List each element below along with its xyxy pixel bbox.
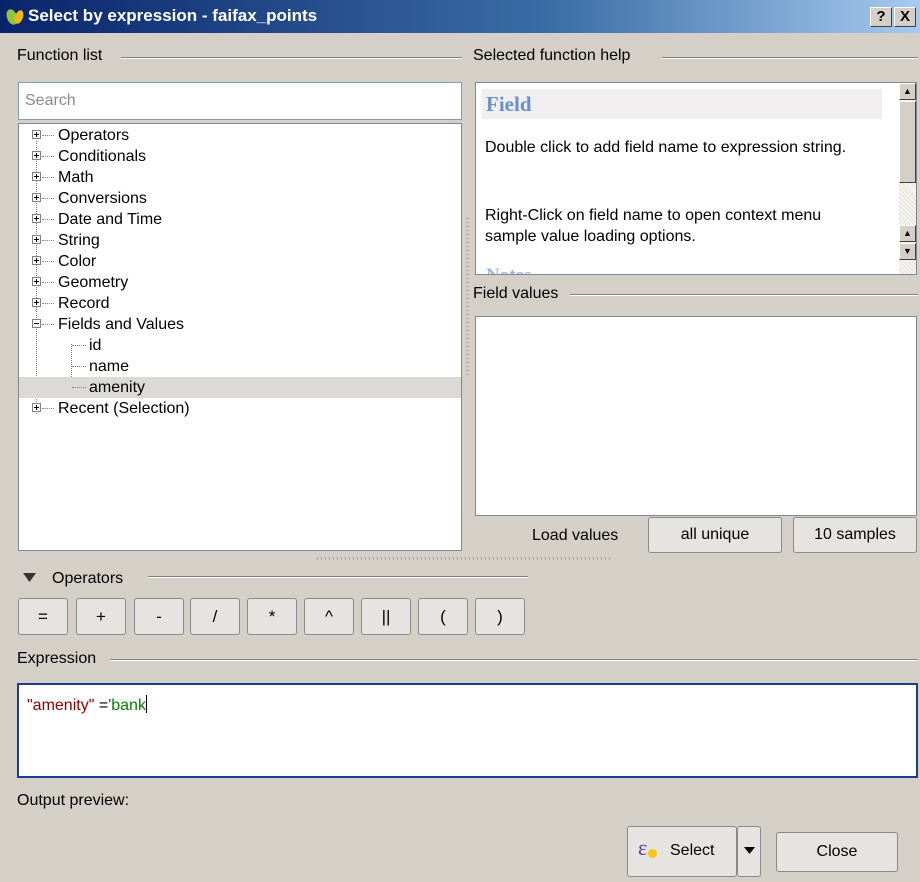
help-paragraph: Double click to add field name to expres… [485, 139, 847, 156]
help-next-heading: Notes [486, 265, 531, 274]
load-values-label: Load values [532, 527, 619, 544]
help-title: Field [486, 92, 532, 116]
scroll-thumb[interactable] [899, 101, 916, 183]
expression-editor[interactable]: "amenity" ='bank [17, 683, 918, 778]
tree-item-record[interactable]: Record [19, 293, 461, 314]
tree-item-geometry[interactable]: Geometry [19, 272, 461, 293]
expand-icon[interactable] [32, 130, 41, 139]
operator-minus-button[interactable]: - [134, 598, 184, 635]
tree-item-conversions[interactable]: Conversions [19, 188, 461, 209]
expression-label: Expression [17, 650, 97, 667]
vertical-splitter-handle[interactable] [466, 215, 469, 375]
operator-open-paren-button[interactable]: ( [418, 598, 468, 635]
all-unique-button[interactable]: all unique [648, 517, 782, 553]
tree-item-conditionals[interactable]: Conditionals [19, 146, 461, 167]
operator-power-button[interactable]: ^ [304, 598, 354, 635]
close-button[interactable]: Close [776, 832, 898, 872]
close-window-button[interactable]: X [894, 7, 916, 27]
expand-icon[interactable] [32, 235, 41, 244]
tree-item-color[interactable]: Color [19, 251, 461, 272]
group-divider [662, 57, 918, 59]
qgis-app-icon [6, 9, 24, 25]
expression-field-token: "amenity" [27, 697, 95, 714]
operator-close-paren-button[interactable]: ) [475, 598, 525, 635]
help-paragraph: Right-Click on field name to open contex… [485, 207, 822, 245]
select-dropdown-button[interactable] [737, 826, 761, 877]
horizontal-splitter-handle[interactable] [317, 557, 612, 560]
tree-item-string[interactable]: String [19, 230, 461, 251]
tree-item-math[interactable]: Math [19, 167, 461, 188]
collapse-icon[interactable] [32, 319, 41, 328]
output-preview-label: Output preview: [17, 792, 130, 809]
select-button[interactable]: ε Select [627, 826, 737, 877]
tree-item-operators[interactable]: Operators [19, 125, 461, 146]
tree-item-date-and-time[interactable]: Date and Time [19, 209, 461, 230]
collapse-arrow-icon[interactable] [23, 573, 36, 583]
operator-plus-button[interactable]: + [76, 598, 126, 635]
operator-equals-button[interactable]: = [18, 598, 68, 635]
window-title: Select by expression - faifax_points [28, 6, 318, 25]
field-values-list[interactable] [475, 316, 917, 516]
tree-item-field-id[interactable]: id [19, 335, 461, 356]
expand-icon[interactable] [32, 298, 41, 307]
scroll-up-icon[interactable]: ▲ [899, 225, 916, 242]
tree-item-fields-and-values[interactable]: Fields and Values [19, 314, 461, 335]
operator-multiply-button[interactable]: * [247, 598, 297, 635]
operator-concat-button[interactable]: || [361, 598, 411, 635]
field-values-label: Field values [473, 285, 559, 302]
operator-divide-button[interactable]: / [190, 598, 240, 635]
function-help-panel: Field Double click to add field name to … [475, 82, 917, 275]
search-input[interactable] [18, 82, 462, 120]
star-icon [648, 849, 657, 858]
scroll-up-icon[interactable]: ▲ [899, 83, 916, 100]
group-divider [110, 659, 918, 661]
function-tree[interactable]: Operators Conditionals Math Conversions … [18, 123, 462, 551]
ten-samples-button[interactable]: 10 samples [793, 517, 917, 553]
expand-icon[interactable] [32, 277, 41, 286]
chevron-down-icon [744, 847, 755, 854]
expand-icon[interactable] [32, 172, 41, 181]
operators-label: Operators [52, 570, 124, 587]
scroll-down-icon[interactable]: ▼ [899, 243, 916, 260]
expand-icon[interactable] [32, 214, 41, 223]
expression-operator-token: = [94, 697, 109, 714]
help-button[interactable]: ? [870, 7, 892, 27]
expression-epsilon-icon: ε [638, 835, 648, 860]
expand-icon[interactable] [32, 256, 41, 265]
tree-item-field-name[interactable]: name [19, 356, 461, 377]
group-divider [148, 576, 528, 578]
tree-item-recent-selection[interactable]: Recent (Selection) [19, 398, 461, 419]
function-list-label: Function list [17, 47, 103, 64]
expand-icon[interactable] [32, 151, 41, 160]
group-divider [121, 57, 462, 59]
expand-icon[interactable] [32, 403, 41, 412]
tree-item-field-amenity[interactable]: amenity [19, 377, 461, 398]
expression-string-token: 'bank [108, 697, 146, 714]
help-scrollbar[interactable]: ▲ ▲ ▼ [899, 83, 916, 274]
function-help-label: Selected function help [473, 47, 631, 64]
text-cursor [145, 695, 147, 713]
expand-icon[interactable] [32, 193, 41, 202]
group-divider [570, 294, 918, 296]
